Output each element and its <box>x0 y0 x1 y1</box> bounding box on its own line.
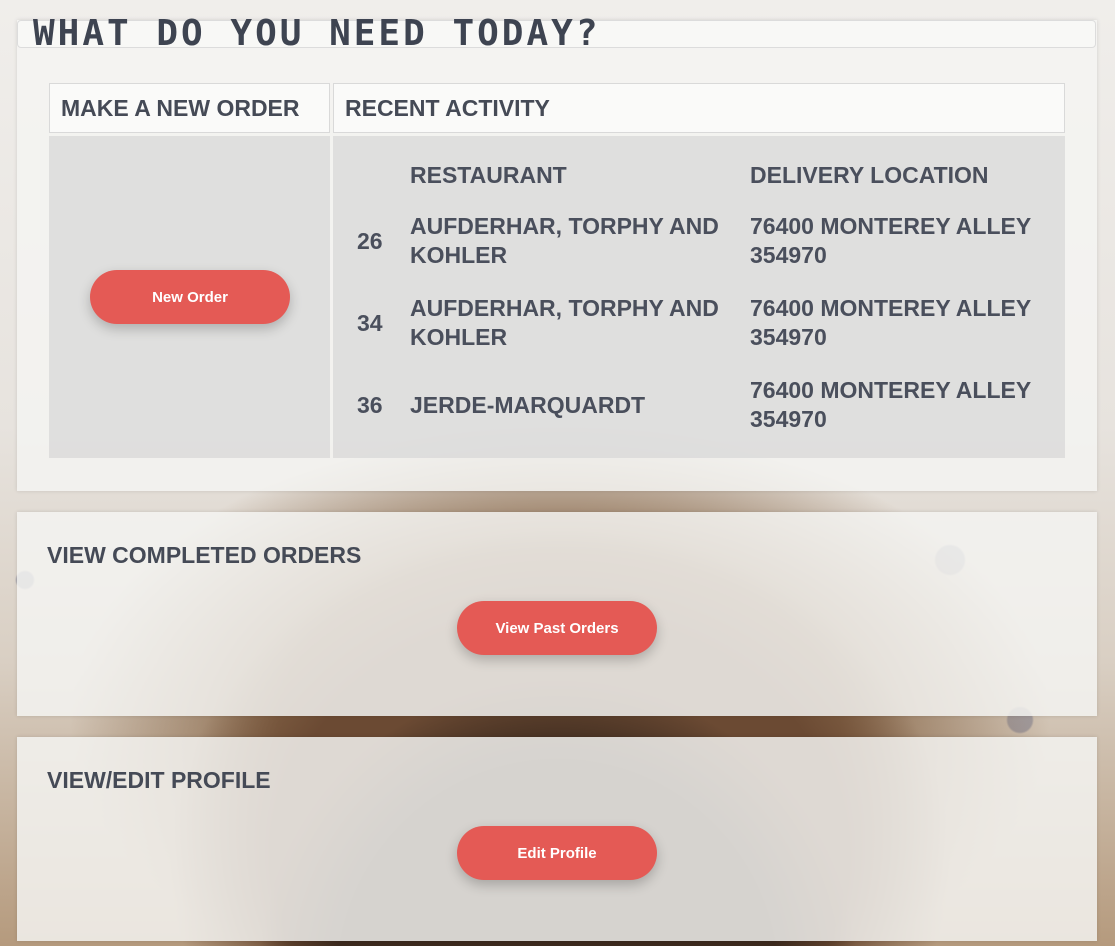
edit-profile-button[interactable]: Edit Profile <box>457 826 657 880</box>
recent-activity-table: RESTAURANT DELIVERY LOCATION 26 AUFDERHA… <box>346 150 1051 446</box>
table-row[interactable]: 34 AUFDERHAR, TORPHY AND KOHLER 76400 MO… <box>346 282 1051 364</box>
delivery-location: 76400 MONTEREY ALLEY 354970 <box>750 377 1031 432</box>
restaurant-name: AUFDERHAR, TORPHY AND KOHLER <box>410 295 719 350</box>
restaurant-name: JERDE-MARQUARDT <box>410 391 646 418</box>
restaurant-name: AUFDERHAR, TORPHY AND KOHLER <box>410 213 719 268</box>
page-title: WHAT DO YOU NEED TODAY? <box>33 13 601 54</box>
order-id: 34 <box>357 309 383 336</box>
order-id: 36 <box>357 391 383 418</box>
delivery-location: 76400 MONTEREY ALLEY 354970 <box>750 295 1031 350</box>
new-order-button[interactable]: New Order <box>90 270 290 324</box>
column-header-restaurant: RESTAURANT <box>410 161 567 188</box>
profile-heading: VIEW/EDIT PROFILE <box>47 767 271 793</box>
view-past-orders-button[interactable]: View Past Orders <box>457 601 657 655</box>
column-header-delivery-location: DELIVERY LOCATION <box>750 161 989 188</box>
table-row[interactable]: 26 AUFDERHAR, TORPHY AND KOHLER 76400 MO… <box>346 200 1051 282</box>
table-row[interactable]: 36 JERDE-MARQUARDT 76400 MONTEREY ALLEY … <box>346 364 1051 446</box>
table-header-row: RESTAURANT DELIVERY LOCATION <box>346 150 1051 200</box>
delivery-location: 76400 MONTEREY ALLEY 354970 <box>750 213 1031 268</box>
completed-orders-heading: VIEW COMPLETED ORDERS <box>47 542 362 568</box>
recent-activity-heading: RECENT ACTIVITY <box>333 83 1065 133</box>
new-order-heading: MAKE A NEW ORDER <box>49 83 330 133</box>
column-header-id <box>346 150 410 200</box>
order-id: 26 <box>357 227 383 254</box>
